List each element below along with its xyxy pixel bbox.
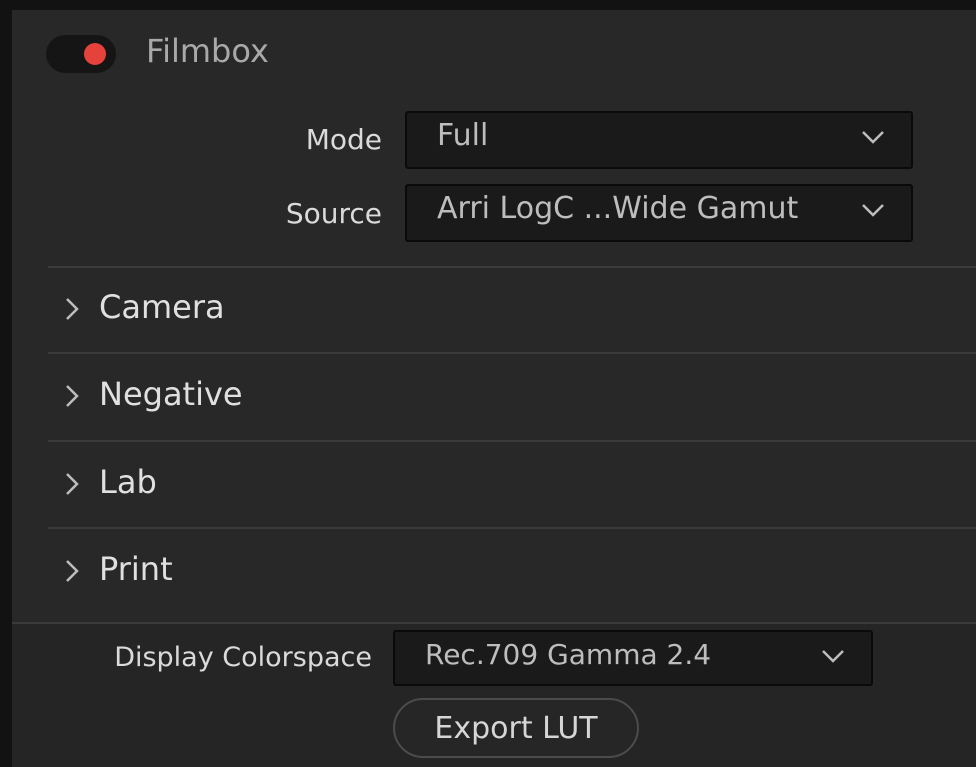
filmbox-panel: Filmbox Mode Full Source Arri LogC ...Wi… (12, 10, 976, 767)
mode-label: Mode (305, 123, 382, 156)
divider (48, 352, 976, 354)
display-colorspace-value: Rec.709 Gamma 2.4 (425, 638, 712, 671)
section-camera[interactable]: Camera (48, 268, 976, 354)
section-label: Lab (99, 463, 157, 501)
section-label: Print (99, 550, 173, 588)
divider (48, 440, 976, 442)
display-colorspace-label: Display Colorspace (114, 642, 372, 673)
chevron-down-icon (862, 131, 884, 144)
mode-dropdown[interactable]: Full (405, 111, 913, 169)
source-dropdown[interactable]: Arri LogC ...Wide Gamut (405, 184, 913, 242)
source-label: Source (285, 197, 382, 230)
mode-value: Full (437, 118, 489, 153)
section-lab[interactable]: Lab (48, 443, 976, 529)
source-value: Arri LogC ...Wide Gamut (437, 191, 799, 226)
chevron-right-icon (66, 298, 79, 320)
display-colorspace-dropdown[interactable]: Rec.709 Gamma 2.4 (393, 630, 873, 686)
toggle-indicator-icon (84, 43, 106, 65)
panel-title: Filmbox (146, 32, 269, 70)
export-lut-button[interactable]: Export LUT (393, 698, 639, 758)
chevron-right-icon (66, 385, 79, 407)
enable-toggle[interactable] (46, 35, 116, 73)
chevron-right-icon (66, 560, 79, 582)
chevron-right-icon (66, 473, 79, 495)
section-label: Camera (99, 288, 225, 326)
section-print[interactable]: Print (48, 530, 976, 616)
section-negative[interactable]: Negative (48, 355, 976, 441)
divider (48, 527, 976, 529)
chevron-down-icon (822, 650, 844, 663)
section-label: Negative (99, 375, 243, 413)
chevron-down-icon (862, 204, 884, 217)
